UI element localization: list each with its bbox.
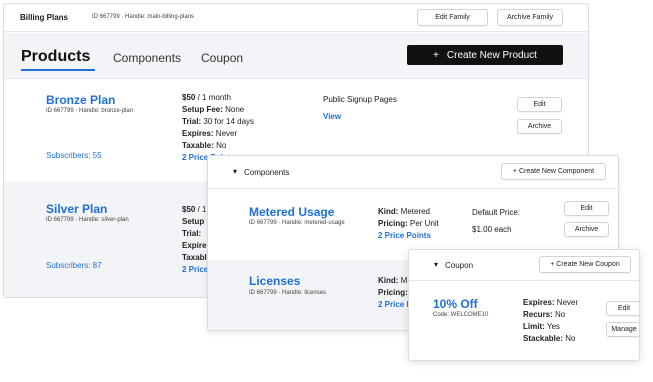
coupon-title: Coupon [445,261,474,270]
tab-bar: Products Components Coupon + Create New … [4,33,588,79]
coupon-panel: ▾ Coupon + Create New Coupon 10% Off Cod… [408,249,640,361]
kind-value: Metered [398,207,431,216]
subscribers-link[interactable]: Subscribers: 87 [46,261,102,270]
view-signup-link[interactable]: View [323,112,341,121]
coupon-code: Code: WELCOME10 [433,312,489,318]
create-component-button[interactable]: + Create New Component [501,163,606,180]
pricing-label: Pricing: [378,288,408,297]
expires-value: Never [213,129,238,138]
recurs-value: No [552,310,566,319]
price-amount: $50 [182,205,196,214]
price-points-link[interactable]: 2 Price Points [378,231,431,240]
product-details: $50 / 1 month Setup Fee: None Trial: 30 … [182,92,254,164]
expires-label: Expires: [523,298,555,307]
public-signup-label: Public Signup Pages [323,95,397,104]
components-header: ▾ Components + Create New Component [208,156,618,189]
edit-button[interactable]: Edit [606,301,639,316]
component-id: ID 667799 · Handle: metered-usage [249,220,345,226]
limit-label: Limit: [523,322,545,331]
expires-label: Expires: [182,129,214,138]
pricing-label: Pricing: [378,219,408,228]
family-id: ID 667799 · Handle: main-billing-plans [92,14,195,20]
edit-button[interactable]: Edit [564,201,609,216]
default-price-label: Default Price: [472,208,521,217]
archive-button[interactable]: Archive [517,119,562,134]
kind-value: M [398,276,408,285]
default-price-value: $1.00 each [472,225,512,234]
plus-icon: + [433,49,439,61]
chevron-down-icon[interactable]: ▾ [434,260,438,269]
trial-label: Trial: [182,229,202,238]
product-name-link[interactable]: Silver Plan [46,202,107,216]
component-name-link[interactable]: Metered Usage [249,205,334,219]
family-title: Billing Plans [20,13,69,22]
setup-fee-label: Setup [182,217,205,226]
archive-family-button[interactable]: Archive Family [497,9,563,26]
expires-value: Never [554,298,579,307]
chevron-down-icon[interactable]: ▾ [233,167,237,176]
price-unit: / 1 month [195,93,231,102]
setup-fee-value: None [222,105,245,114]
coupon-name-link[interactable]: 10% Off [433,297,478,311]
taxable-value: No [213,141,227,150]
create-product-label: Create New Product [446,49,537,61]
tab-components[interactable]: Components [113,51,181,65]
recurs-label: Recurs: [523,310,553,319]
limit-value: Yes [544,322,560,331]
taxable-label: Taxable: [182,141,214,150]
pricing-value: Per Unit [407,219,439,228]
components-title: Components [244,168,290,177]
stackable-value: No [563,334,576,343]
family-header: Billing Plans ID 667799 · Handle: main-b… [4,4,588,32]
create-product-button[interactable]: + Create New Product [407,45,563,65]
coupon-header: ▾ Coupon + Create New Coupon [409,250,639,281]
subscribers-link[interactable]: Subscribers: 55 [46,151,102,160]
coupon-details: Expires: Never Recurs: No Limit: Yes Sta… [523,297,578,345]
edit-family-button[interactable]: Edit Family [417,9,488,26]
edit-button[interactable]: Edit [517,97,562,112]
kind-label: Kind: [378,207,399,216]
product-id: ID 667799 · Handle: silver-plan [46,217,129,223]
trial-label: Trial: [182,117,202,126]
tab-products[interactable]: Products [21,48,90,66]
kind-label: Kind: [378,276,399,285]
stackable-label: Stackable: [523,334,564,343]
product-name-link[interactable]: Bronze Plan [46,93,115,107]
component-name-link[interactable]: Licenses [249,274,300,288]
setup-fee-label: Setup Fee: [182,105,223,114]
price-amount: $50 [182,93,196,102]
product-id: ID 667799 · Handle: bronze-plan [46,108,134,114]
tab-coupon[interactable]: Coupon [201,51,243,65]
active-tab-indicator [21,69,95,71]
manage-button[interactable]: Manage [606,322,639,337]
component-id: ID 667799 · Handle: licenses [249,290,327,296]
component-details: Kind: Metered Pricing: Per Unit 2 Price … [378,206,439,242]
create-coupon-button[interactable]: + Create New Coupon [539,256,631,273]
archive-button[interactable]: Archive [564,222,609,237]
trial-value: 30 for 14 days [201,117,255,126]
